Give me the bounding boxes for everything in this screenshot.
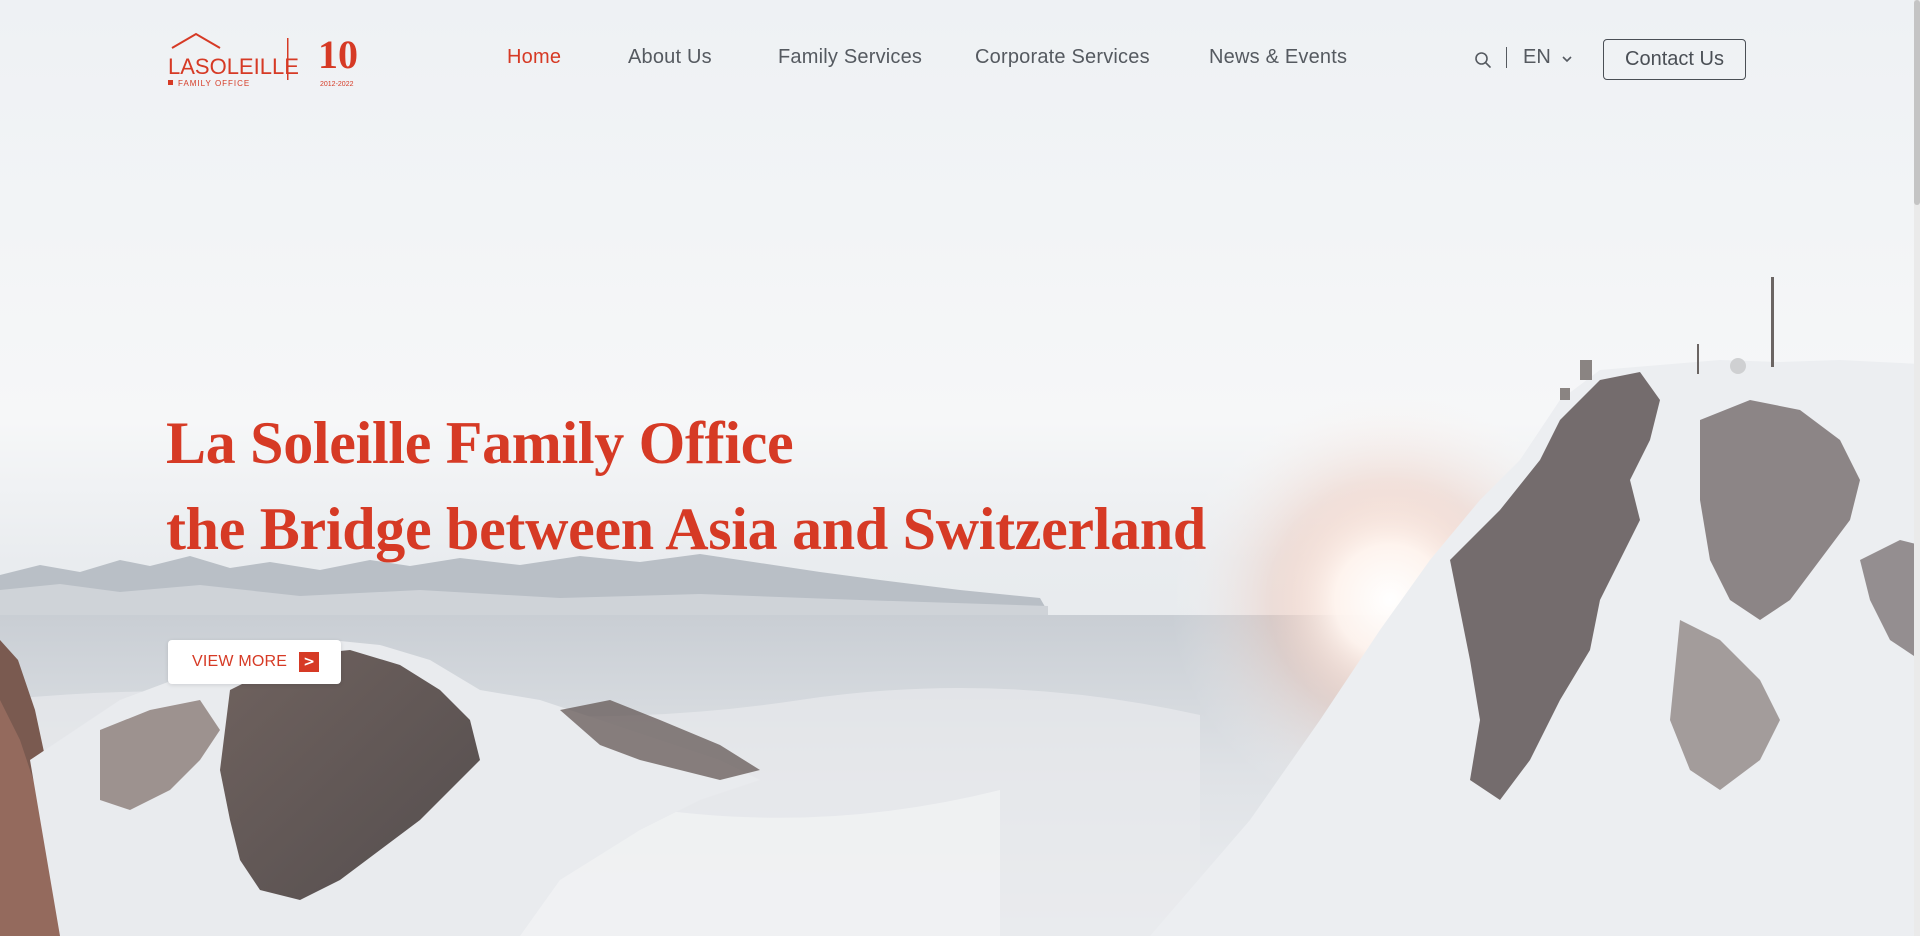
nav-corporate-services[interactable]: Corporate Services	[975, 46, 1150, 69]
contact-us-button[interactable]: Contact Us	[1603, 39, 1746, 80]
arrow-right-icon: >	[299, 652, 320, 672]
logo-wordmark: LASOLEILLE	[168, 54, 299, 79]
hero-headline: La Soleille Family Office the Bridge bet…	[166, 400, 1206, 572]
language-selector[interactable]: EN	[1523, 46, 1551, 69]
header-divider	[1506, 47, 1507, 68]
anniversary-years: 2012-2022	[320, 81, 354, 88]
view-more-label: VIEW MORE	[192, 653, 288, 670]
search-icon[interactable]	[1474, 51, 1492, 69]
scrollbar-thumb[interactable]	[1914, 0, 1920, 205]
nav-news-events[interactable]: News & Events	[1209, 46, 1347, 69]
site-header: LASOLEILLE FAMILY OFFICE 10 2012-2022 Ho…	[0, 0, 1920, 120]
logo-subtitle: FAMILY OFFICE	[178, 79, 250, 88]
nav-home[interactable]: Home	[507, 46, 561, 69]
nav-family-services[interactable]: Family Services	[778, 46, 922, 69]
hero-headline-line-1: La Soleille Family Office	[166, 410, 794, 476]
hero-headline-line-2: the Bridge between Asia and Switzerland	[166, 496, 1206, 562]
page-scrollbar[interactable]	[1914, 0, 1920, 936]
la-soleille-logo-icon: LASOLEILLE FAMILY OFFICE 10 2012-2022	[168, 32, 358, 88]
brand-logo[interactable]: LASOLEILLE FAMILY OFFICE 10 2012-2022	[168, 30, 380, 90]
anniversary-number: 10	[318, 32, 358, 77]
nav-about-us[interactable]: About Us	[628, 46, 712, 69]
chevron-down-icon[interactable]	[1562, 56, 1572, 63]
view-more-button[interactable]: VIEW MORE >	[168, 640, 341, 684]
